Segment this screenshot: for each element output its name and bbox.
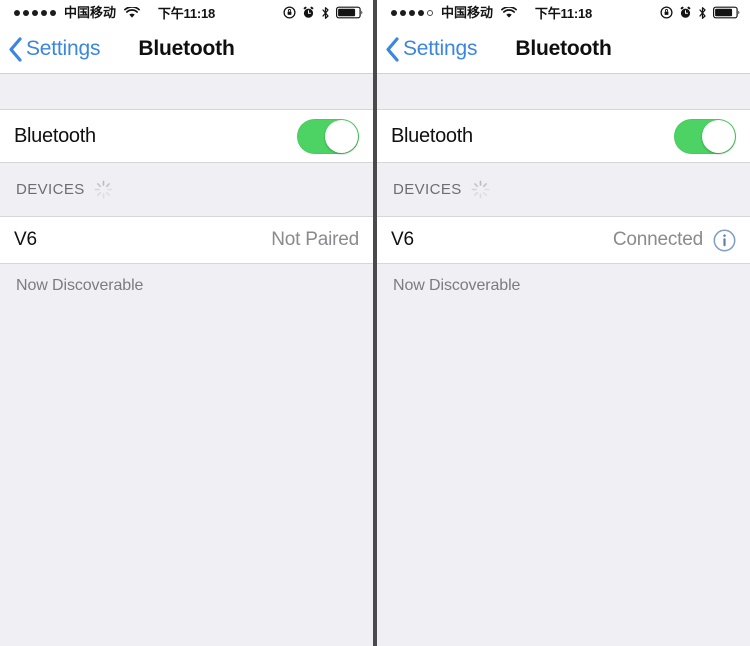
rotation-lock-icon — [660, 6, 673, 19]
dual-screenshot-stage: 中国移动 下午11:18 Settings Bluetooth Bluetoot… — [0, 0, 750, 646]
back-button-settings[interactable]: Settings — [385, 36, 478, 62]
signal-dot — [32, 9, 38, 16]
loading-spinner-icon — [94, 180, 113, 199]
navigation-bar-left: Settings Bluetooth — [0, 25, 373, 74]
status-bar-right: 中国移动 下午11:18 — [377, 0, 750, 25]
device-status: Not Paired — [271, 229, 359, 250]
alarm-clock-icon — [302, 6, 315, 19]
status-bar-right-group-right — [660, 6, 741, 20]
back-button-label: Settings — [26, 37, 101, 60]
status-bar-time: 下午11:18 — [157, 6, 216, 21]
devices-section-header: DEVICES — [377, 163, 750, 217]
bluetooth-icon — [698, 6, 707, 20]
bluetooth-toggle-row[interactable]: Bluetooth — [377, 110, 750, 163]
signal-dot — [50, 9, 56, 16]
wifi-icon — [501, 5, 517, 19]
rotation-lock-icon — [283, 6, 296, 19]
chevron-left-icon — [385, 36, 400, 62]
signal-strength-dots-right — [391, 9, 433, 16]
battery-icon — [336, 6, 364, 19]
toggle-knob — [702, 119, 735, 153]
signal-dot — [41, 9, 47, 16]
signal-dot — [23, 9, 29, 16]
devices-section-header: DEVICES — [0, 163, 373, 217]
signal-dot — [409, 9, 415, 16]
discoverable-footer-note: Now Discoverable — [377, 264, 750, 295]
bluetooth-toggle-switch[interactable] — [297, 118, 359, 154]
settings-content-left: Bluetooth DEVICES V6 Not Paired Now Disc… — [0, 74, 373, 646]
battery-icon — [713, 6, 741, 19]
status-bar-left-group: 中国移动 — [14, 5, 140, 20]
bluetooth-icon — [321, 6, 330, 20]
back-button-label: Settings — [403, 37, 478, 60]
device-row[interactable]: V6 Connected — [377, 217, 750, 264]
signal-dot — [391, 9, 397, 16]
devices-header-label: DEVICES — [16, 181, 85, 198]
device-row[interactable]: V6 Not Paired — [0, 217, 373, 264]
bluetooth-row-label: Bluetooth — [391, 124, 473, 147]
section-gap — [377, 74, 750, 110]
back-button-settings[interactable]: Settings — [8, 36, 101, 62]
device-name: V6 — [14, 229, 37, 250]
wifi-icon — [124, 5, 140, 19]
section-gap — [0, 74, 373, 110]
bluetooth-row-label: Bluetooth — [14, 124, 96, 147]
signal-dot — [400, 9, 406, 16]
bluetooth-toggle-switch[interactable] — [674, 118, 736, 154]
signal-dot-empty — [427, 9, 433, 16]
signal-dot — [418, 9, 424, 16]
signal-dot — [14, 9, 20, 16]
device-status: Connected — [612, 229, 703, 250]
settings-content-right: Bluetooth DEVICES V6 Connected Now Disco… — [377, 74, 750, 646]
alarm-clock-icon — [679, 6, 692, 19]
status-bar-right-group-left — [283, 6, 364, 20]
toggle-knob — [325, 119, 358, 153]
carrier-name: 中国移动 — [441, 5, 494, 20]
status-bar-left: 中国移动 下午11:18 — [0, 0, 373, 25]
phone-screen-right: 中国移动 下午11:18 Settings Bluetooth Bluetoot… — [377, 0, 750, 646]
info-circle-icon[interactable] — [713, 229, 736, 252]
navigation-bar-right: Settings Bluetooth — [377, 25, 750, 74]
devices-header-label: DEVICES — [393, 181, 462, 198]
carrier-name: 中国移动 — [64, 5, 117, 20]
bluetooth-toggle-row[interactable]: Bluetooth — [0, 110, 373, 163]
signal-strength-dots-left — [14, 9, 56, 16]
loading-spinner-icon — [471, 180, 490, 199]
status-bar-left-group: 中国移动 — [391, 5, 517, 20]
discoverable-footer-note: Now Discoverable — [0, 264, 373, 295]
device-name: V6 — [391, 229, 414, 250]
chevron-left-icon — [8, 36, 23, 62]
status-bar-time: 下午11:18 — [534, 6, 593, 21]
phone-screen-left: 中国移动 下午11:18 Settings Bluetooth Bluetoot… — [0, 0, 373, 646]
